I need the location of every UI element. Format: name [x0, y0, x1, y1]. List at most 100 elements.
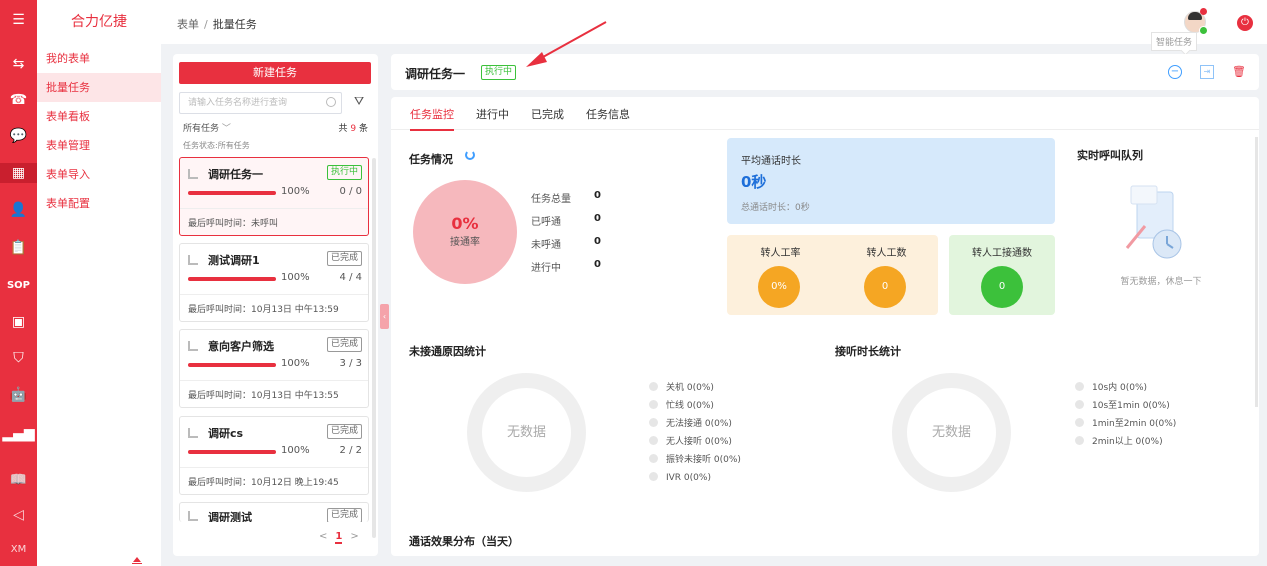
delete-icon[interactable]: 🗑: [1232, 65, 1246, 79]
menu-item-batch-tasks[interactable]: 批量任务: [37, 73, 161, 102]
progress-percent: 100%: [281, 445, 310, 456]
menu-item-form-board[interactable]: 表单看板: [37, 102, 161, 131]
thumb-icon: [188, 428, 198, 438]
legend-item[interactable]: 关机 0(0%): [649, 379, 741, 397]
tab-task-info[interactable]: 任务信息: [586, 106, 630, 129]
annotation-arrow-icon: [526, 21, 607, 67]
chat-icon[interactable]: 💬: [0, 126, 37, 146]
stat-label: 未呼通: [531, 240, 561, 251]
stat-label: 任务总量: [531, 194, 571, 205]
transfer-icon[interactable]: ⇆: [0, 54, 37, 74]
count-value: 9: [350, 124, 357, 134]
tab-task-monitor[interactable]: 任务监控: [410, 106, 454, 131]
legend-item[interactable]: 振铃未接听 0(0%): [649, 451, 741, 469]
list-scrollbar[interactable]: [372, 158, 376, 538]
connect-rate-value: 0%: [451, 214, 479, 233]
notification-dot: [1200, 8, 1207, 15]
stat-connected: 已呼通 0: [531, 213, 601, 228]
last-call-value: 10月13日 中午13:59: [251, 305, 339, 315]
main-scrollbar[interactable]: [1255, 137, 1258, 407]
legend-item[interactable]: 10s至1min 0(0%): [1075, 397, 1176, 415]
legend-item[interactable]: 1min至2min 0(0%): [1075, 415, 1176, 433]
legend-dot-icon: [649, 382, 658, 391]
tab-in-progress[interactable]: 进行中: [476, 106, 509, 129]
legend-dot-icon: [649, 400, 658, 409]
tab-completed[interactable]: 已完成: [531, 106, 564, 129]
panel-collapse-handle[interactable]: ‹: [380, 304, 389, 329]
new-task-button[interactable]: 新建任务: [179, 62, 371, 84]
stat-in-progress: 进行中 0: [531, 259, 601, 274]
side-menu: 合力亿捷 我的表单 批量任务 表单看板 表单管理 表单导入 表单配置: [37, 0, 161, 566]
legend-item[interactable]: 无法接通 0(0%): [649, 415, 741, 433]
queue-empty-text: 暂无数据，休息一下: [1120, 277, 1202, 287]
task-card[interactable]: 调研测试 已完成: [179, 502, 369, 522]
stat-label: 进行中: [531, 263, 561, 274]
task-card[interactable]: 调研任务一 执行中 100% 0 / 0 最后呼叫时间：未呼叫: [179, 157, 369, 236]
legend-item[interactable]: 无人接听 0(0%): [649, 433, 741, 451]
connect-rate-label: 接通率: [450, 237, 480, 248]
prev-page-button[interactable]: <: [319, 531, 327, 542]
task-search-input[interactable]: 请输入任务名称进行查询: [179, 92, 342, 114]
legend-item[interactable]: 忙线 0(0%): [649, 397, 741, 415]
next-page-button[interactable]: >: [350, 531, 358, 542]
task-name: 调研cs: [208, 427, 244, 440]
stat-value: 0: [594, 259, 601, 270]
legend-item[interactable]: 10s内 0(0%): [1075, 379, 1176, 397]
refresh-icon[interactable]: [465, 150, 475, 160]
menu-toggle-icon[interactable]: ☰: [0, 10, 37, 30]
export-icon[interactable]: ⇥: [1200, 65, 1214, 79]
status-badge: 已完成: [326, 424, 362, 439]
menu-item-form-config[interactable]: 表单配置: [37, 189, 161, 218]
bar-chart-icon[interactable]: ▂▄▆: [0, 424, 37, 444]
xm-label: XM: [10, 544, 27, 555]
breadcrumb-root[interactable]: 表单: [177, 18, 199, 31]
task-card[interactable]: 调研cs 已完成 100% 2 / 2 最后呼叫时间：10月12日 晚上19:4…: [179, 416, 369, 495]
filter-icon[interactable]: ⛛: [354, 94, 364, 109]
unconnected-title: 未接通原因统计: [409, 345, 486, 358]
last-call-prefix: 最后呼叫时间：: [188, 391, 252, 401]
progress-fraction: 2 / 2: [339, 445, 362, 456]
presentation-icon[interactable]: ▣: [0, 312, 37, 332]
thumb-icon: [188, 341, 198, 351]
legend-dot-icon: [649, 454, 658, 463]
send-icon[interactable]: ◁: [0, 505, 37, 525]
legend-label: 无人接听 0(0%): [666, 437, 732, 447]
task-list-panel: 新建任务 请输入任务名称进行查询 ⛛ 所有任务 ﹀ 共 9 条 任务状态:所有任…: [173, 54, 378, 556]
stat-value: 0: [594, 236, 601, 247]
power-icon[interactable]: ⏻: [1237, 15, 1253, 31]
grid-icon[interactable]: ▦: [0, 163, 37, 183]
shield-icon[interactable]: ⛉: [0, 348, 37, 368]
online-status-dot: [1199, 26, 1208, 35]
unconnected-legend: 关机 0(0%) 忙线 0(0%) 无法接通 0(0%) 无人接听 0(0%) …: [649, 379, 741, 487]
task-name: 意向客户筛选: [208, 340, 274, 353]
robot-icon[interactable]: 🤖: [0, 385, 37, 405]
status-badge: 已完成: [326, 251, 362, 266]
legend-label: 无法接通 0(0%): [666, 419, 732, 429]
clipboard-icon[interactable]: 📋: [0, 238, 37, 258]
stat-value: 0: [594, 190, 601, 201]
task-card[interactable]: 测试调研1 已完成 100% 4 / 4 最后呼叫时间：10月13日 中午13:…: [179, 243, 369, 322]
stat-value: 0: [594, 213, 601, 224]
page-number[interactable]: 1: [335, 531, 343, 544]
phone-icon[interactable]: ☎: [0, 90, 37, 110]
user-icon[interactable]: 👤: [0, 200, 37, 220]
status-badge: 已完成: [326, 337, 362, 352]
minus-circle-icon[interactable]: −: [1168, 65, 1182, 79]
book-icon[interactable]: 📖: [0, 470, 37, 490]
collapse-icon[interactable]: [132, 557, 142, 564]
sop-icon[interactable]: SOP: [0, 276, 37, 296]
search-icon[interactable]: [326, 97, 336, 107]
task-name: 调研任务一: [208, 168, 263, 181]
task-filter-select[interactable]: 所有任务 ﹀: [183, 121, 231, 134]
menu-item-form-import[interactable]: 表单导入: [37, 160, 161, 189]
menu-item-form-management[interactable]: 表单管理: [37, 131, 161, 160]
divider: [180, 467, 368, 468]
task-card[interactable]: 意向客户筛选 已完成 100% 3 / 3 最后呼叫时间：10月13日 中午13…: [179, 329, 369, 408]
legend-dot-icon: [1075, 418, 1084, 427]
last-call-time: 最后呼叫时间：10月13日 中午13:59: [188, 302, 339, 315]
duration-donut: 无数据: [892, 373, 1011, 492]
legend-item[interactable]: 2min以上 0(0%): [1075, 433, 1176, 451]
progress-bar: [188, 191, 276, 195]
legend-item[interactable]: IVR 0(0%): [649, 469, 741, 487]
menu-item-my-forms[interactable]: 我的表单: [37, 44, 161, 73]
